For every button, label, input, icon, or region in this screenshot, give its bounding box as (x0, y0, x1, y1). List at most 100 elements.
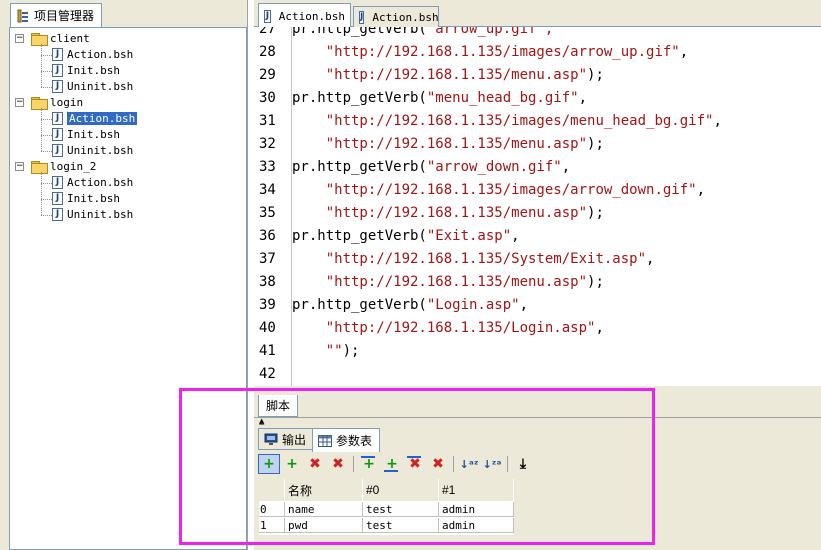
table-cell[interactable]: admin (439, 502, 514, 517)
editor-tab-bar: J Action.bsh J Action.bsh (254, 0, 821, 28)
bsh-file-icon: J (52, 48, 63, 61)
code-line: "http://192.168.1.135/menu.asp"); (292, 204, 604, 222)
code-line: ""); (292, 342, 360, 360)
table-cell[interactable]: name (285, 502, 363, 517)
folder-icon (31, 32, 48, 46)
tree-folder-client[interactable]: client (31, 31, 90, 46)
table-cell[interactable]: admin (439, 518, 514, 533)
delete-all-columns-button[interactable]: ✖ (427, 454, 449, 474)
tree-expander-icon[interactable]: − (15, 34, 24, 43)
code-editor[interactable]: 27 28 29 30 31 32 33 34 35 36 37 38 39 40 41 42 pr.http… (254, 27, 821, 386)
column-header[interactable]: #1 (439, 479, 514, 501)
tree-connector (41, 119, 52, 120)
tree-file-label: Init.bsh (67, 192, 120, 205)
tree-file-login_2-Uninit-bsh[interactable]: J Uninit.bsh (52, 207, 133, 222)
delete-all-rows-button[interactable]: ✖ (327, 454, 349, 474)
string-literal: "http://192.168.1.135/images/menu_head_b… (325, 113, 714, 129)
code-line: "http://192.168.1.135/System/Exit.asp", (292, 250, 655, 268)
tree-connector (41, 87, 52, 88)
column-header[interactable]: #0 (363, 479, 439, 501)
code-token: ); (587, 67, 604, 83)
tree-file-login-Action-bsh[interactable]: J Action.bsh (52, 111, 138, 126)
code-line: "http://192.168.1.135/images/arrow_up.gi… (292, 43, 688, 61)
tree-file-label: Action.bsh (67, 112, 138, 125)
insert-row-button[interactable]: + (281, 454, 303, 474)
string-literal: "http://192.168.1.135/images/arrow_up.gi… (325, 44, 680, 60)
table-cell[interactable]: pwd (285, 518, 363, 533)
add-column-button[interactable]: + (358, 454, 380, 474)
string-literal: "arrow_up.gif", (426, 27, 554, 37)
code-token: , (595, 320, 604, 336)
string-literal: "http://192.168.1.135/Login.asp" (325, 320, 596, 336)
line-number: 29 (259, 67, 276, 83)
script-tab-strip: 脚本 (254, 393, 821, 417)
import-button[interactable]: ⤓ (512, 454, 534, 474)
code-line: pr.http_getVerb("menu_head_bg.gif", (292, 89, 587, 107)
insert-column-button[interactable]: + (381, 454, 403, 474)
toolbar-bar-mark (384, 470, 398, 472)
table-icon (318, 434, 332, 447)
sort-descending-button[interactable]: ↓ᶻᵃ (481, 454, 503, 474)
line-number: 31 (259, 113, 276, 129)
tab-script[interactable]: 脚本 (258, 395, 298, 417)
tree-file-client-Uninit-bsh[interactable]: J Uninit.bsh (52, 79, 133, 94)
delete-row-button[interactable]: ✖ (304, 454, 326, 474)
tree-file-login-Init-bsh[interactable]: J Init.bsh (52, 127, 120, 142)
line-number: 36 (259, 228, 276, 244)
code-line: pr.http_getVerb("arrow_up.gif", (292, 27, 553, 38)
tree-file-client-Action-bsh[interactable]: J Action.bsh (52, 47, 133, 62)
code-token: pr.http_getVerb( (292, 297, 427, 313)
panel-splitter[interactable]: ▲ ▼ (254, 417, 821, 431)
tab-action-bsh-2[interactable]: J Action.bsh (353, 6, 439, 27)
tab-parameter-table[interactable]: 参数表 (312, 428, 380, 452)
bsh-file-icon: J (52, 64, 63, 77)
line-number: 34 (259, 182, 276, 198)
tab-output[interactable]: 输出 (258, 428, 314, 450)
tree-file-login_2-Init-bsh[interactable]: J Init.bsh (52, 191, 120, 206)
project-manager-tab[interactable]: 项目管理器 (10, 3, 102, 27)
tree-connector (41, 108, 42, 151)
tree-folder-login[interactable]: login (31, 95, 83, 110)
sort-ascending-button[interactable]: ↓ᵃᶻ (458, 454, 480, 474)
row-header[interactable]: 0 (259, 502, 285, 517)
bsh-file-icon: J (52, 192, 63, 205)
tree-file-client-Init-bsh[interactable]: J Init.bsh (52, 63, 120, 78)
table-cell[interactable]: test (363, 518, 439, 533)
delete-column-icon: ✖ (409, 456, 421, 472)
bsh-file-icon: J (52, 176, 63, 189)
code-line: "http://192.168.1.135/menu.asp"); (292, 135, 604, 153)
tree-connector (41, 71, 52, 72)
tab-action-bsh-1[interactable]: J Action.bsh (258, 3, 351, 28)
tree-connector (41, 199, 52, 200)
add-row-button[interactable]: + (258, 454, 280, 474)
tree-file-login-Uninit-bsh[interactable]: J Uninit.bsh (52, 143, 133, 158)
column-header[interactable]: 名称 (285, 479, 363, 501)
code-line: pr.http_getVerb("Login.asp", (292, 296, 528, 314)
bsh-file-icon: J (264, 9, 271, 23)
bsh-file-icon: J (52, 80, 63, 93)
bsh-file-icon: J (52, 144, 63, 157)
line-number: 30 (259, 90, 276, 106)
tree-folder-label: client (50, 32, 90, 45)
tree-file-label: Uninit.bsh (67, 208, 134, 221)
table-cell[interactable]: test (363, 502, 439, 517)
string-literal: "http://192.168.1.135/menu.asp" (325, 136, 588, 152)
code-line: "http://192.168.1.135/menu.asp"); (292, 273, 604, 291)
tree-expander-icon[interactable]: − (15, 98, 24, 107)
string-literal: "" (325, 343, 343, 359)
code-token: , (561, 159, 571, 175)
folder-icon (31, 96, 48, 110)
delete-column-button[interactable]: ✖ (404, 454, 426, 474)
row-header[interactable]: 1 (259, 518, 285, 533)
parameter-grid: 名称 #0 #1 0 name test admin 1 pwd test admin (259, 479, 514, 535)
string-literal: "http://192.168.1.135/menu.asp" (325, 274, 588, 290)
monitor-icon (264, 433, 278, 445)
insert-row-icon: + (286, 456, 298, 472)
tree-file-login_2-Action-bsh[interactable]: J Action.bsh (52, 175, 133, 190)
tree-expander-icon[interactable]: − (15, 162, 24, 171)
line-number: 41 (259, 343, 276, 359)
add-column-icon: + (363, 456, 375, 472)
